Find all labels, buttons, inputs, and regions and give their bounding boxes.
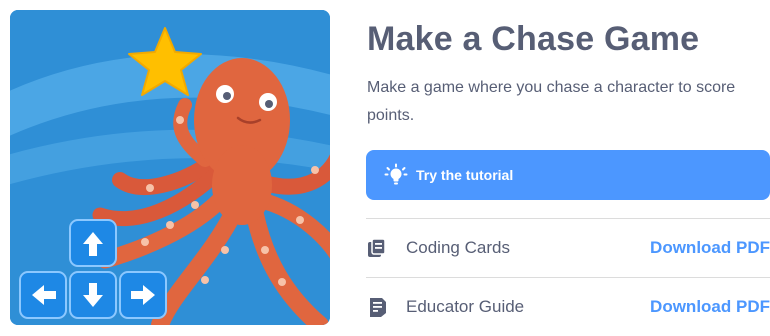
try-tutorial-label: Try the tutorial xyxy=(416,167,514,183)
try-tutorial-button[interactable]: Try the tutorial xyxy=(366,150,770,200)
resource-label: Coding Cards xyxy=(406,238,510,257)
guide-icon xyxy=(370,298,386,317)
activity-title: Make a Chase Game xyxy=(367,20,700,58)
arrow-down-key xyxy=(69,271,117,319)
resource-row-educator-guide: Educator Guide Download PDF xyxy=(366,278,770,336)
download-pdf-link[interactable]: Download PDF xyxy=(650,297,770,317)
arrow-left-key xyxy=(19,271,67,319)
resource-label: Educator Guide xyxy=(406,297,525,316)
lightbulb-icon xyxy=(384,163,408,185)
arrow-up-key xyxy=(69,219,117,267)
cards-icon xyxy=(368,238,386,257)
arrow-right-key xyxy=(119,271,167,319)
activity-thumbnail xyxy=(10,10,330,325)
resource-row-coding-cards: Coding Cards Download PDF xyxy=(366,219,770,277)
download-pdf-link[interactable]: Download PDF xyxy=(650,238,770,258)
activity-description: Make a game where you chase a character … xyxy=(367,79,736,124)
